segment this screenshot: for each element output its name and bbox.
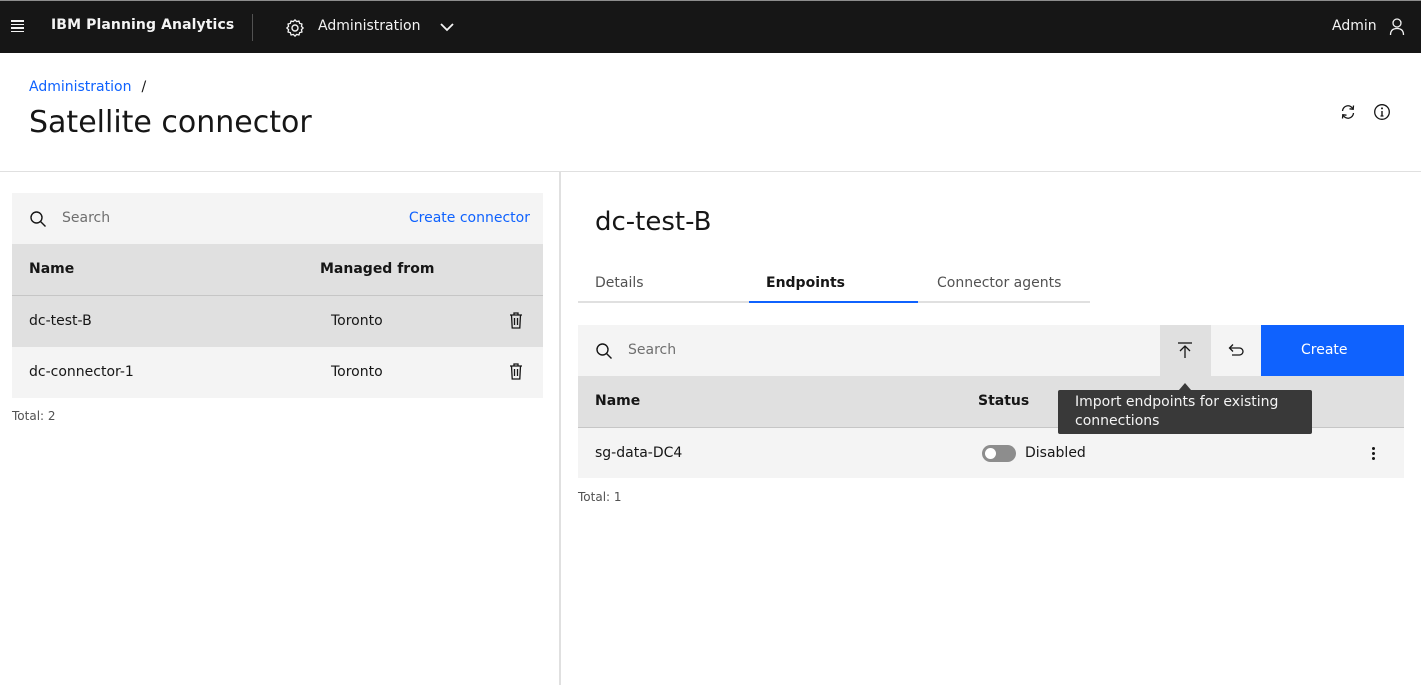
tab-details[interactable]: Details [595,275,644,291]
connector-search-input[interactable]: Search [62,210,110,226]
endpoint-toolbar: Search Create [578,325,1404,376]
overflow-menu-icon[interactable] [1372,447,1376,461]
endpoint-name: sg-data-DC4 [595,445,683,461]
hamburger-icon[interactable] [11,20,24,33]
page-title: Satellite connector [29,105,312,140]
user-name[interactable]: Admin [1332,18,1377,34]
detail-title: dc-test-B [595,207,712,237]
tooltip-caret [1179,383,1191,390]
undo-icon [1228,344,1244,356]
endpoint-search-input[interactable]: Search [628,342,676,358]
panel-divider [559,172,561,685]
endpoint-status-label: Disabled [1025,445,1086,461]
connector-name: dc-connector-1 [29,364,134,380]
header-divider [0,171,1421,172]
topbar-divider [252,14,253,41]
table-row[interactable]: dc-connector-1 Toronto [12,347,543,398]
tab-endpoints[interactable]: Endpoints [766,275,845,291]
endpoint-status-toggle[interactable] [982,445,1016,462]
column-header-managed-from[interactable]: Managed from [320,261,434,277]
import-endpoints-button[interactable] [1160,325,1211,376]
connector-managed-from: Toronto [331,313,383,329]
top-nav-bar: IBM Planning Analytics Administration Ad… [0,0,1421,53]
connector-search-bar: Search Create connector [12,193,543,244]
info-icon[interactable] [1373,103,1391,121]
column-header-name[interactable]: Name [595,393,640,409]
create-endpoint-button[interactable]: Create [1261,325,1404,376]
connector-total-count: Total: 2 [12,409,56,423]
search-icon [30,211,46,227]
refresh-icon[interactable] [1339,103,1357,121]
product-name[interactable]: IBM Planning Analytics [51,17,234,33]
breadcrumb-link-administration[interactable]: Administration [29,79,131,95]
connector-table-header: Name Managed from [12,244,543,296]
gear-icon [286,19,304,37]
breadcrumb-separator: / [141,79,147,95]
detail-tabs: Details Endpoints Connector agents [578,272,1090,303]
column-header-name[interactable]: Name [29,261,74,277]
connector-name: dc-test-B [29,313,92,329]
endpoint-total-count: Total: 1 [578,490,622,504]
connector-managed-from: Toronto [331,364,383,380]
toggle-knob [985,448,996,459]
search-icon [596,343,612,359]
table-row[interactable]: dc-test-B Toronto [12,296,543,347]
column-header-status[interactable]: Status [978,393,1029,409]
create-connector-link[interactable]: Create connector [409,210,530,226]
import-tooltip: Import endpoints for existing connection… [1058,390,1312,434]
chevron-down-icon[interactable] [439,20,455,34]
tab-connector-agents[interactable]: Connector agents [937,275,1061,291]
trash-icon[interactable] [509,363,523,380]
area-switcher-label[interactable]: Administration [318,18,420,34]
undo-button[interactable] [1211,325,1262,376]
trash-icon[interactable] [509,312,523,329]
user-icon[interactable] [1389,17,1405,37]
breadcrumb: Administration / [29,79,146,95]
active-tab-indicator [749,301,918,303]
import-icon [1178,342,1192,358]
